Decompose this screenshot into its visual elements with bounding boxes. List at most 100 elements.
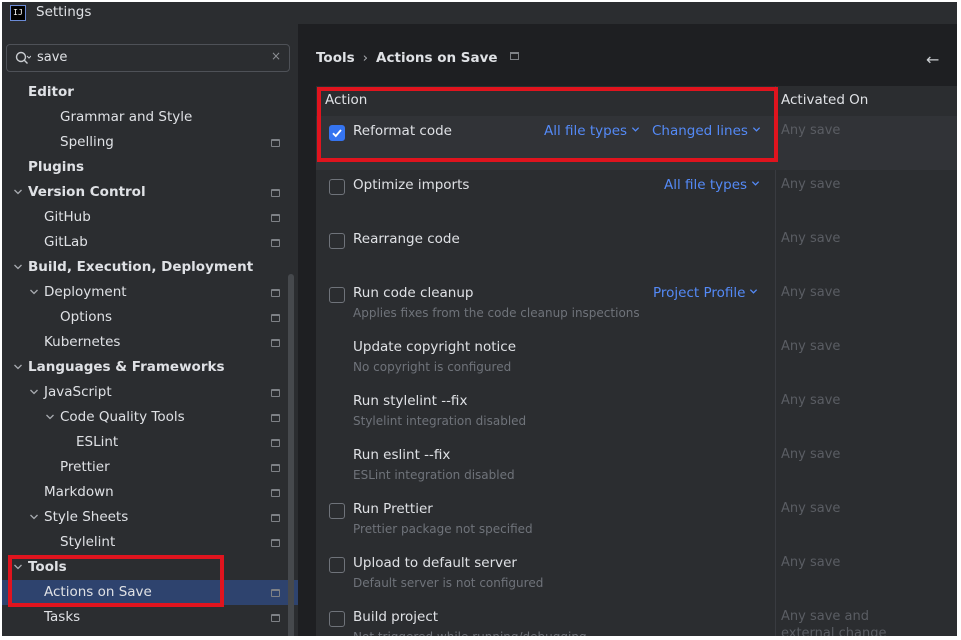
action-checkbox[interactable] (329, 503, 345, 519)
sidebar-item[interactable]: Languages & Frameworks (2, 355, 298, 380)
sidebar-item[interactable]: Prettier (2, 455, 298, 480)
sidebar-item[interactable]: ESLint (2, 430, 298, 455)
activated-on-value: Any save (781, 393, 840, 408)
settings-search[interactable]: × (6, 44, 290, 72)
sidebar-item-label: Deployment (44, 284, 127, 300)
activated-on-value: Any save and external change (781, 609, 886, 636)
chevron-down-icon[interactable] (12, 355, 24, 380)
sidebar-item[interactable]: Tasks (2, 605, 298, 630)
activated-on-text: Any save (781, 231, 841, 246)
sidebar-item[interactable]: Stylelint (2, 530, 298, 555)
title-bar: IJ Settings (2, 2, 957, 24)
activated-on-text: Any save (781, 447, 841, 462)
sidebar-item-label: Prettier (60, 459, 110, 475)
option-dropdown-link[interactable]: All file types (664, 177, 760, 193)
table-row: Run Prettier Prettier package not specifi… (316, 494, 957, 548)
search-icon (15, 51, 31, 64)
sidebar-item-label: Tasks (44, 609, 81, 625)
project-level-icon (271, 339, 280, 347)
settings-window: IJ Settings × Editor Grammar and Style Spe… (2, 2, 957, 636)
highlight-box-sidebar (8, 555, 224, 607)
activated-on-text: Any save (781, 285, 841, 300)
app-icon: IJ (10, 5, 26, 21)
sidebar-item[interactable]: Markdown (2, 480, 298, 505)
action-label: Rearrange code (353, 231, 460, 247)
sidebar-item-label: JavaScript (44, 384, 112, 400)
table-row: Build project Not triggered while running… (316, 602, 957, 636)
search-input[interactable] (37, 48, 257, 66)
project-level-icon (271, 489, 280, 497)
chevron-down-icon[interactable] (12, 255, 24, 280)
sidebar-item-label: Spelling (60, 134, 114, 150)
chevron-down-icon[interactable] (44, 405, 56, 430)
sidebar-item[interactable]: Code Quality Tools (2, 405, 298, 430)
sidebar-item[interactable]: Editor (2, 80, 298, 105)
sidebar-item[interactable]: Spelling (2, 130, 298, 155)
sidebar-item[interactable]: Options (2, 305, 298, 330)
option-dropdown-link[interactable]: Project Profile (653, 285, 758, 301)
activated-on-text: Any save (781, 555, 841, 570)
action-checkbox[interactable] (329, 179, 345, 195)
action-label: Upload to default server (353, 555, 517, 571)
sidebar-item-label: Web Browsers and Preview (44, 630, 226, 636)
table-row: Run stylelint --fix Stylelint integration… (316, 386, 957, 440)
sidebar-item[interactable]: GitLab (2, 230, 298, 255)
action-label: Update copyright notice (353, 339, 517, 355)
sidebar-item-label: Languages & Frameworks (28, 359, 225, 375)
activated-on-value: Any save (781, 339, 840, 354)
action-checkbox[interactable] (329, 611, 345, 627)
sidebar-scrollbar[interactable] (288, 274, 294, 636)
sidebar-item[interactable]: Deployment (2, 280, 298, 305)
chevron-down-icon[interactable] (28, 505, 40, 530)
sidebar-item[interactable]: Plugins (2, 155, 298, 180)
breadcrumb-current: Actions on Save (376, 50, 498, 66)
action-checkbox[interactable] (329, 557, 345, 573)
chevron-down-icon[interactable] (28, 380, 40, 405)
sidebar-item[interactable]: JavaScript (2, 380, 298, 405)
dropdown-link-label: All file types (664, 177, 748, 193)
sidebar-item[interactable]: Style Sheets (2, 505, 298, 530)
sidebar-item[interactable]: Web Browsers and Preview (2, 630, 298, 636)
sidebar-item-label: ESLint (76, 434, 119, 450)
breadcrumb-parent[interactable]: Tools (316, 50, 355, 66)
project-level-icon (271, 239, 280, 247)
header-activated-on: Activated On (781, 92, 869, 108)
project-level-icon (271, 614, 280, 622)
dropdown-link-label: Project Profile (653, 285, 746, 301)
project-level-icon (271, 189, 280, 197)
breadcrumb: Tools › Actions on Save (316, 50, 519, 66)
activated-on-text: Any save (781, 501, 841, 516)
sidebar-item[interactable]: Version Control (2, 180, 298, 205)
chevron-down-icon[interactable] (12, 180, 24, 205)
table-row: Optimize imports All file types Any save (316, 170, 957, 224)
sidebar-item[interactable]: Kubernetes (2, 330, 298, 355)
sidebar-item[interactable]: GitHub (2, 205, 298, 230)
clear-search-icon[interactable]: × (271, 49, 281, 63)
activated-on-text: Any save (781, 393, 841, 408)
sidebar-item[interactable]: Grammar and Style (2, 105, 298, 130)
action-description: Not triggered while running/debugging (353, 630, 587, 636)
table-row: Run code cleanup Applies fixes from the c… (316, 278, 957, 332)
action-label: Run stylelint --fix (353, 393, 468, 409)
activated-on-value: Any save (781, 231, 840, 246)
action-description: No copyright is configured (353, 360, 512, 374)
sidebar-item-label: GitHub (44, 209, 91, 225)
action-checkbox[interactable] (329, 233, 345, 249)
sidebar-item-label: Grammar and Style (60, 109, 193, 125)
chevron-down-icon[interactable] (28, 280, 40, 305)
window-title: Settings (36, 4, 92, 20)
action-label: Optimize imports (353, 177, 470, 193)
activated-on-text: Any save and (781, 609, 869, 624)
project-level-icon (271, 414, 280, 422)
activated-on-value: Any save (781, 501, 840, 516)
project-level-icon (509, 52, 519, 60)
action-description: Stylelint integration disabled (353, 414, 527, 428)
activated-on-text: Any save (781, 339, 841, 354)
action-checkbox[interactable] (329, 287, 345, 303)
sidebar-item-label: Markdown (44, 484, 114, 500)
action-label: Build project (353, 609, 439, 625)
sidebar-item-label: Plugins (28, 159, 85, 175)
back-arrow-icon[interactable]: ← (926, 50, 939, 69)
sidebar-item[interactable]: Build, Execution, Deployment (2, 255, 298, 280)
sidebar-item-label: Style Sheets (44, 509, 129, 525)
